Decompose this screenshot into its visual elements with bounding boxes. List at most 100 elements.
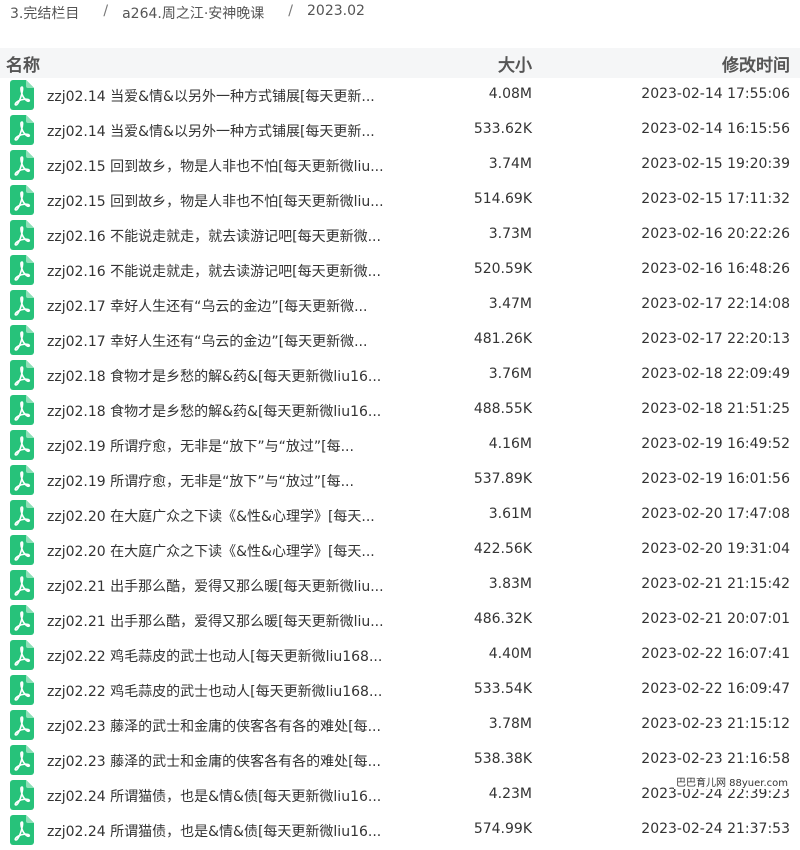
file-size: 488.55K	[473, 401, 532, 417]
file-modified-time: 2023-02-14 16:15:56	[641, 121, 790, 137]
file-row[interactable]: zzj02.24 所谓猫债，也是&情&债[每天更新微liu16... 574.99…	[0, 813, 800, 848]
file-size: 3.61M	[488, 506, 532, 522]
breadcrumb-item-folder[interactable]: a264.周之江·安神晚课	[122, 3, 264, 23]
file-name[interactable]: zzj02.15 回到故乡，物是人非也不怕[每天更新微liu...	[47, 156, 407, 176]
file-size: 3.76M	[488, 366, 532, 382]
file-row[interactable]: zzj02.21 出手那么酷，爱得又那么暖[每天更新微liu... 486.32K…	[0, 603, 800, 638]
file-name[interactable]: zzj02.17 幸好人生还有“乌云的金边”[每天更新微...	[47, 296, 407, 316]
file-row[interactable]: zzj02.23 藤泽的武士和金庸的侠客各有各的难处[每... 538.38K 20…	[0, 743, 800, 778]
file-name[interactable]: zzj02.21 出手那么酷，爱得又那么暖[每天更新微liu...	[47, 576, 407, 596]
file-list-header: 名称 大小 修改时间	[0, 48, 800, 78]
file-size: 537.89K	[473, 471, 532, 487]
pdf-file-icon	[10, 535, 34, 565]
pdf-file-icon	[10, 675, 34, 705]
file-row[interactable]: zzj02.16 不能说走就走，就去读游记吧[每天更新微... 3.73M 2023…	[0, 218, 800, 253]
pdf-file-icon	[10, 815, 34, 845]
column-header-modified-time[interactable]: 修改时间	[722, 51, 790, 76]
pdf-file-icon	[10, 500, 34, 530]
file-modified-time: 2023-02-24 21:37:53	[641, 821, 790, 837]
pdf-file-icon	[10, 780, 34, 810]
file-row[interactable]: zzj02.22 鸡毛蒜皮的武士也动人[每天更新微liu168... 4.40M 2…	[0, 638, 800, 673]
file-row[interactable]: zzj02.15 回到故乡，物是人非也不怕[每天更新微liu... 514.69K…	[0, 183, 800, 218]
file-size: 3.73M	[488, 226, 532, 242]
pdf-file-icon	[10, 430, 34, 460]
file-modified-time: 2023-02-17 22:14:08	[641, 296, 790, 312]
file-modified-time: 2023-02-15 19:20:39	[641, 156, 790, 172]
pdf-file-icon	[10, 80, 34, 110]
file-row[interactable]: zzj02.22 鸡毛蒜皮的武士也动人[每天更新微liu168... 533.54…	[0, 673, 800, 708]
column-header-name[interactable]: 名称	[6, 51, 40, 76]
pdf-file-icon	[10, 640, 34, 670]
file-name[interactable]: zzj02.20 在大庭广众之下读《&性&心理学》[每天...	[47, 541, 407, 561]
file-size: 3.78M	[488, 716, 532, 732]
file-name[interactable]: zzj02.23 藤泽的武士和金庸的侠客各有各的难处[每...	[47, 716, 407, 736]
file-size: 3.74M	[488, 156, 532, 172]
file-row[interactable]: zzj02.17 幸好人生还有“乌云的金边”[每天更新微... 3.47M 2023…	[0, 288, 800, 323]
file-row[interactable]: zzj02.15 回到故乡，物是人非也不怕[每天更新微liu... 3.74M 20…	[0, 148, 800, 183]
file-name[interactable]: zzj02.19 所谓疗愈，无非是“放下”与“放过”[每...	[47, 471, 407, 491]
file-modified-time: 2023-02-23 21:15:12	[641, 716, 790, 732]
file-row[interactable]: zzj02.17 幸好人生还有“乌云的金边”[每天更新微... 481.26K 20…	[0, 323, 800, 358]
file-row[interactable]: zzj02.18 食物才是乡愁的解&药&[每天更新微liu16... 488.55…	[0, 393, 800, 428]
file-name[interactable]: zzj02.23 藤泽的武士和金庸的侠客各有各的难处[每...	[47, 751, 407, 771]
file-row[interactable]: zzj02.14 当爱&情&以另外一种方式铺展[每天更新... 4.08M 2023…	[0, 78, 800, 113]
file-name[interactable]: zzj02.16 不能说走就走，就去读游记吧[每天更新微...	[47, 226, 407, 246]
file-name[interactable]: zzj02.22 鸡毛蒜皮的武士也动人[每天更新微liu168...	[47, 646, 407, 666]
breadcrumb-item-current[interactable]: 2023.02	[307, 3, 365, 19]
file-size: 481.26K	[473, 331, 532, 347]
watermark: 巴巴育儿网 88yuer.com	[673, 774, 790, 789]
file-modified-time: 2023-02-20 19:31:04	[641, 541, 790, 557]
file-row[interactable]: zzj02.19 所谓疗愈，无非是“放下”与“放过”[每... 537.89K 20…	[0, 463, 800, 498]
file-name[interactable]: zzj02.14 当爱&情&以另外一种方式铺展[每天更新...	[47, 86, 407, 106]
file-name[interactable]: zzj02.21 出手那么酷，爱得又那么暖[每天更新微liu...	[47, 611, 407, 631]
file-modified-time: 2023-02-21 20:07:01	[641, 611, 790, 627]
breadcrumb-item-root[interactable]: 3.完结栏目	[10, 3, 79, 23]
pdf-file-icon	[10, 150, 34, 180]
file-row[interactable]: zzj02.23 藤泽的武士和金庸的侠客各有各的难处[每... 3.78M 2023…	[0, 708, 800, 743]
file-modified-time: 2023-02-16 16:48:26	[641, 261, 790, 277]
file-name[interactable]: zzj02.22 鸡毛蒜皮的武士也动人[每天更新微liu168...	[47, 681, 407, 701]
file-name[interactable]: zzj02.16 不能说走就走，就去读游记吧[每天更新微...	[47, 261, 407, 281]
file-size: 4.08M	[488, 86, 532, 102]
file-size: 574.99K	[473, 821, 532, 837]
file-modified-time: 2023-02-21 21:15:42	[641, 576, 790, 592]
pdf-file-icon	[10, 290, 34, 320]
file-name[interactable]: zzj02.24 所谓猫债，也是&情&债[每天更新微liu16...	[47, 821, 407, 841]
column-header-size[interactable]: 大小	[498, 51, 532, 76]
file-name[interactable]: zzj02.14 当爱&情&以另外一种方式铺展[每天更新...	[47, 121, 407, 141]
file-modified-time: 2023-02-19 16:49:52	[641, 436, 790, 452]
file-row[interactable]: zzj02.21 出手那么酷，爱得又那么暖[每天更新微liu... 3.83M 20…	[0, 568, 800, 603]
pdf-file-icon	[10, 395, 34, 425]
file-name[interactable]: zzj02.15 回到故乡，物是人非也不怕[每天更新微liu...	[47, 191, 407, 211]
breadcrumb-separator: /	[103, 3, 109, 19]
file-modified-time: 2023-02-23 21:16:58	[641, 751, 790, 767]
file-size: 4.23M	[488, 786, 532, 802]
file-modified-time: 2023-02-15 17:11:32	[641, 191, 790, 207]
pdf-file-icon	[10, 710, 34, 740]
pdf-file-icon	[10, 255, 34, 285]
file-modified-time: 2023-02-22 16:07:41	[641, 646, 790, 662]
file-modified-time: 2023-02-17 22:20:13	[641, 331, 790, 347]
file-row[interactable]: zzj02.16 不能说走就走，就去读游记吧[每天更新微... 520.59K 20…	[0, 253, 800, 288]
file-size: 3.83M	[488, 576, 532, 592]
file-row[interactable]: zzj02.19 所谓疗愈，无非是“放下”与“放过”[每... 4.16M 2023…	[0, 428, 800, 463]
file-name[interactable]: zzj02.19 所谓疗愈，无非是“放下”与“放过”[每...	[47, 436, 407, 456]
file-row[interactable]: zzj02.18 食物才是乡愁的解&药&[每天更新微liu16... 3.76M 2…	[0, 358, 800, 393]
file-name[interactable]: zzj02.17 幸好人生还有“乌云的金边”[每天更新微...	[47, 331, 407, 351]
pdf-file-icon	[10, 185, 34, 215]
breadcrumb: 3.完结栏目 / a264.周之江·安神晚课 / 2023.02	[0, 0, 800, 48]
file-modified-time: 2023-02-19 16:01:56	[641, 471, 790, 487]
file-name[interactable]: zzj02.24 所谓猫债，也是&情&债[每天更新微liu16...	[47, 786, 407, 806]
file-size: 4.40M	[488, 646, 532, 662]
file-row[interactable]: zzj02.20 在大庭广众之下读《&性&心理学》[每天... 3.61M 2023…	[0, 498, 800, 533]
file-modified-time: 2023-02-16 20:22:26	[641, 226, 790, 242]
file-name[interactable]: zzj02.18 食物才是乡愁的解&药&[每天更新微liu16...	[47, 366, 407, 386]
pdf-file-icon	[10, 570, 34, 600]
file-name[interactable]: zzj02.20 在大庭广众之下读《&性&心理学》[每天...	[47, 506, 407, 526]
file-row[interactable]: zzj02.20 在大庭广众之下读《&性&心理学》[每天... 422.56K 20…	[0, 533, 800, 568]
file-row[interactable]: zzj02.14 当爱&情&以另外一种方式铺展[每天更新... 533.62K 20…	[0, 113, 800, 148]
file-size: 520.59K	[473, 261, 532, 277]
file-size: 4.16M	[488, 436, 532, 452]
file-name[interactable]: zzj02.18 食物才是乡愁的解&药&[每天更新微liu16...	[47, 401, 407, 421]
pdf-file-icon	[10, 360, 34, 390]
